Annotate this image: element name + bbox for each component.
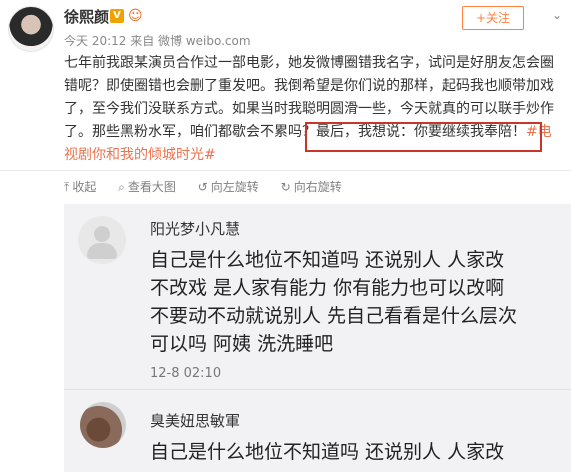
commenter-name[interactable]: 臭美妞思敏軍: [150, 410, 240, 431]
rotate-right-label: 向右旋转: [293, 180, 342, 194]
collapse-button[interactable]: ⤒ 收起: [64, 178, 96, 195]
comment-line: 可以吗 阿姨 洗洗睡吧: [150, 333, 334, 355]
post-header: 徐熙颜 V ☺ 今天 20:12 来自 微博 weibo.com +关注 ⌄: [0, 0, 571, 52]
comment-line: 不要动不动就说别人 先自己看看是什么层次: [150, 305, 518, 327]
comment-text: 自己是什么地位不知道吗 还说别人 人家改 不改戏 是人家有能力 你有能力也可以改…: [150, 246, 550, 358]
comment-divider: [64, 389, 571, 390]
default-avatar-body: [87, 243, 117, 259]
rotate-left-label: 向左旋转: [210, 180, 259, 194]
comment-text: 自己是什么地位不知道吗 还说别人 人家改: [150, 438, 550, 466]
author-name[interactable]: 徐熙颜: [64, 6, 109, 27]
view-large-button[interactable]: ⌕ 查看大图: [118, 178, 176, 195]
post-body: 七年前我跟某演员合作过一部电影，她发微博圈错我名字，试问是好朋友怎会圈错呢？即使…: [64, 52, 564, 167]
collapse-label: 收起: [72, 180, 97, 194]
comment-line: 自己是什么地位不知道吗 还说别人 人家改: [150, 249, 505, 271]
image-toolbar: ⤒ 收起 ⌕ 查看大图 ↺ 向左旋转 ↻ 向右旋转: [64, 178, 360, 195]
weibo-post-view: 徐熙颜 V ☺ 今天 20:12 来自 微博 weibo.com +关注 ⌄ 七…: [0, 0, 571, 472]
comment-line: 不改戏 是人家有能力 你有能力也可以改啊: [150, 277, 505, 299]
rotate-right-icon: ↻: [280, 180, 291, 194]
collapse-icon: ⤒: [64, 180, 70, 194]
rotate-right-button[interactable]: ↻ 向右旋转: [281, 178, 342, 195]
commenter-avatar[interactable]: [80, 402, 126, 448]
comment-line: 自己是什么地位不知道吗 还说别人 人家改: [150, 441, 505, 463]
default-avatar-head: [94, 226, 110, 242]
magnifier-icon: ⌕: [118, 180, 125, 194]
view-large-label: 查看大图: [127, 180, 176, 194]
post-meta: 今天 20:12 来自 微博 weibo.com: [64, 34, 251, 48]
follow-button[interactable]: +关注: [462, 6, 524, 30]
post-highlight-text: 最后，我想说：你要继续我奉陪！: [316, 124, 526, 140]
commenter-avatar[interactable]: [78, 216, 126, 264]
rotate-left-button[interactable]: ↺ 向左旋转: [198, 178, 259, 195]
rotate-left-icon: ↺: [197, 180, 208, 194]
divider: [0, 170, 571, 171]
chevron-down-icon[interactable]: ⌄: [552, 8, 562, 22]
author-avatar[interactable]: [8, 6, 54, 52]
vip-badge-icon: V: [110, 9, 124, 23]
commenter-name[interactable]: 阳光梦小凡慧: [150, 218, 240, 239]
weibo-member-icon: ☺: [128, 8, 143, 24]
comment-time: 12-8 02:10: [150, 366, 222, 381]
